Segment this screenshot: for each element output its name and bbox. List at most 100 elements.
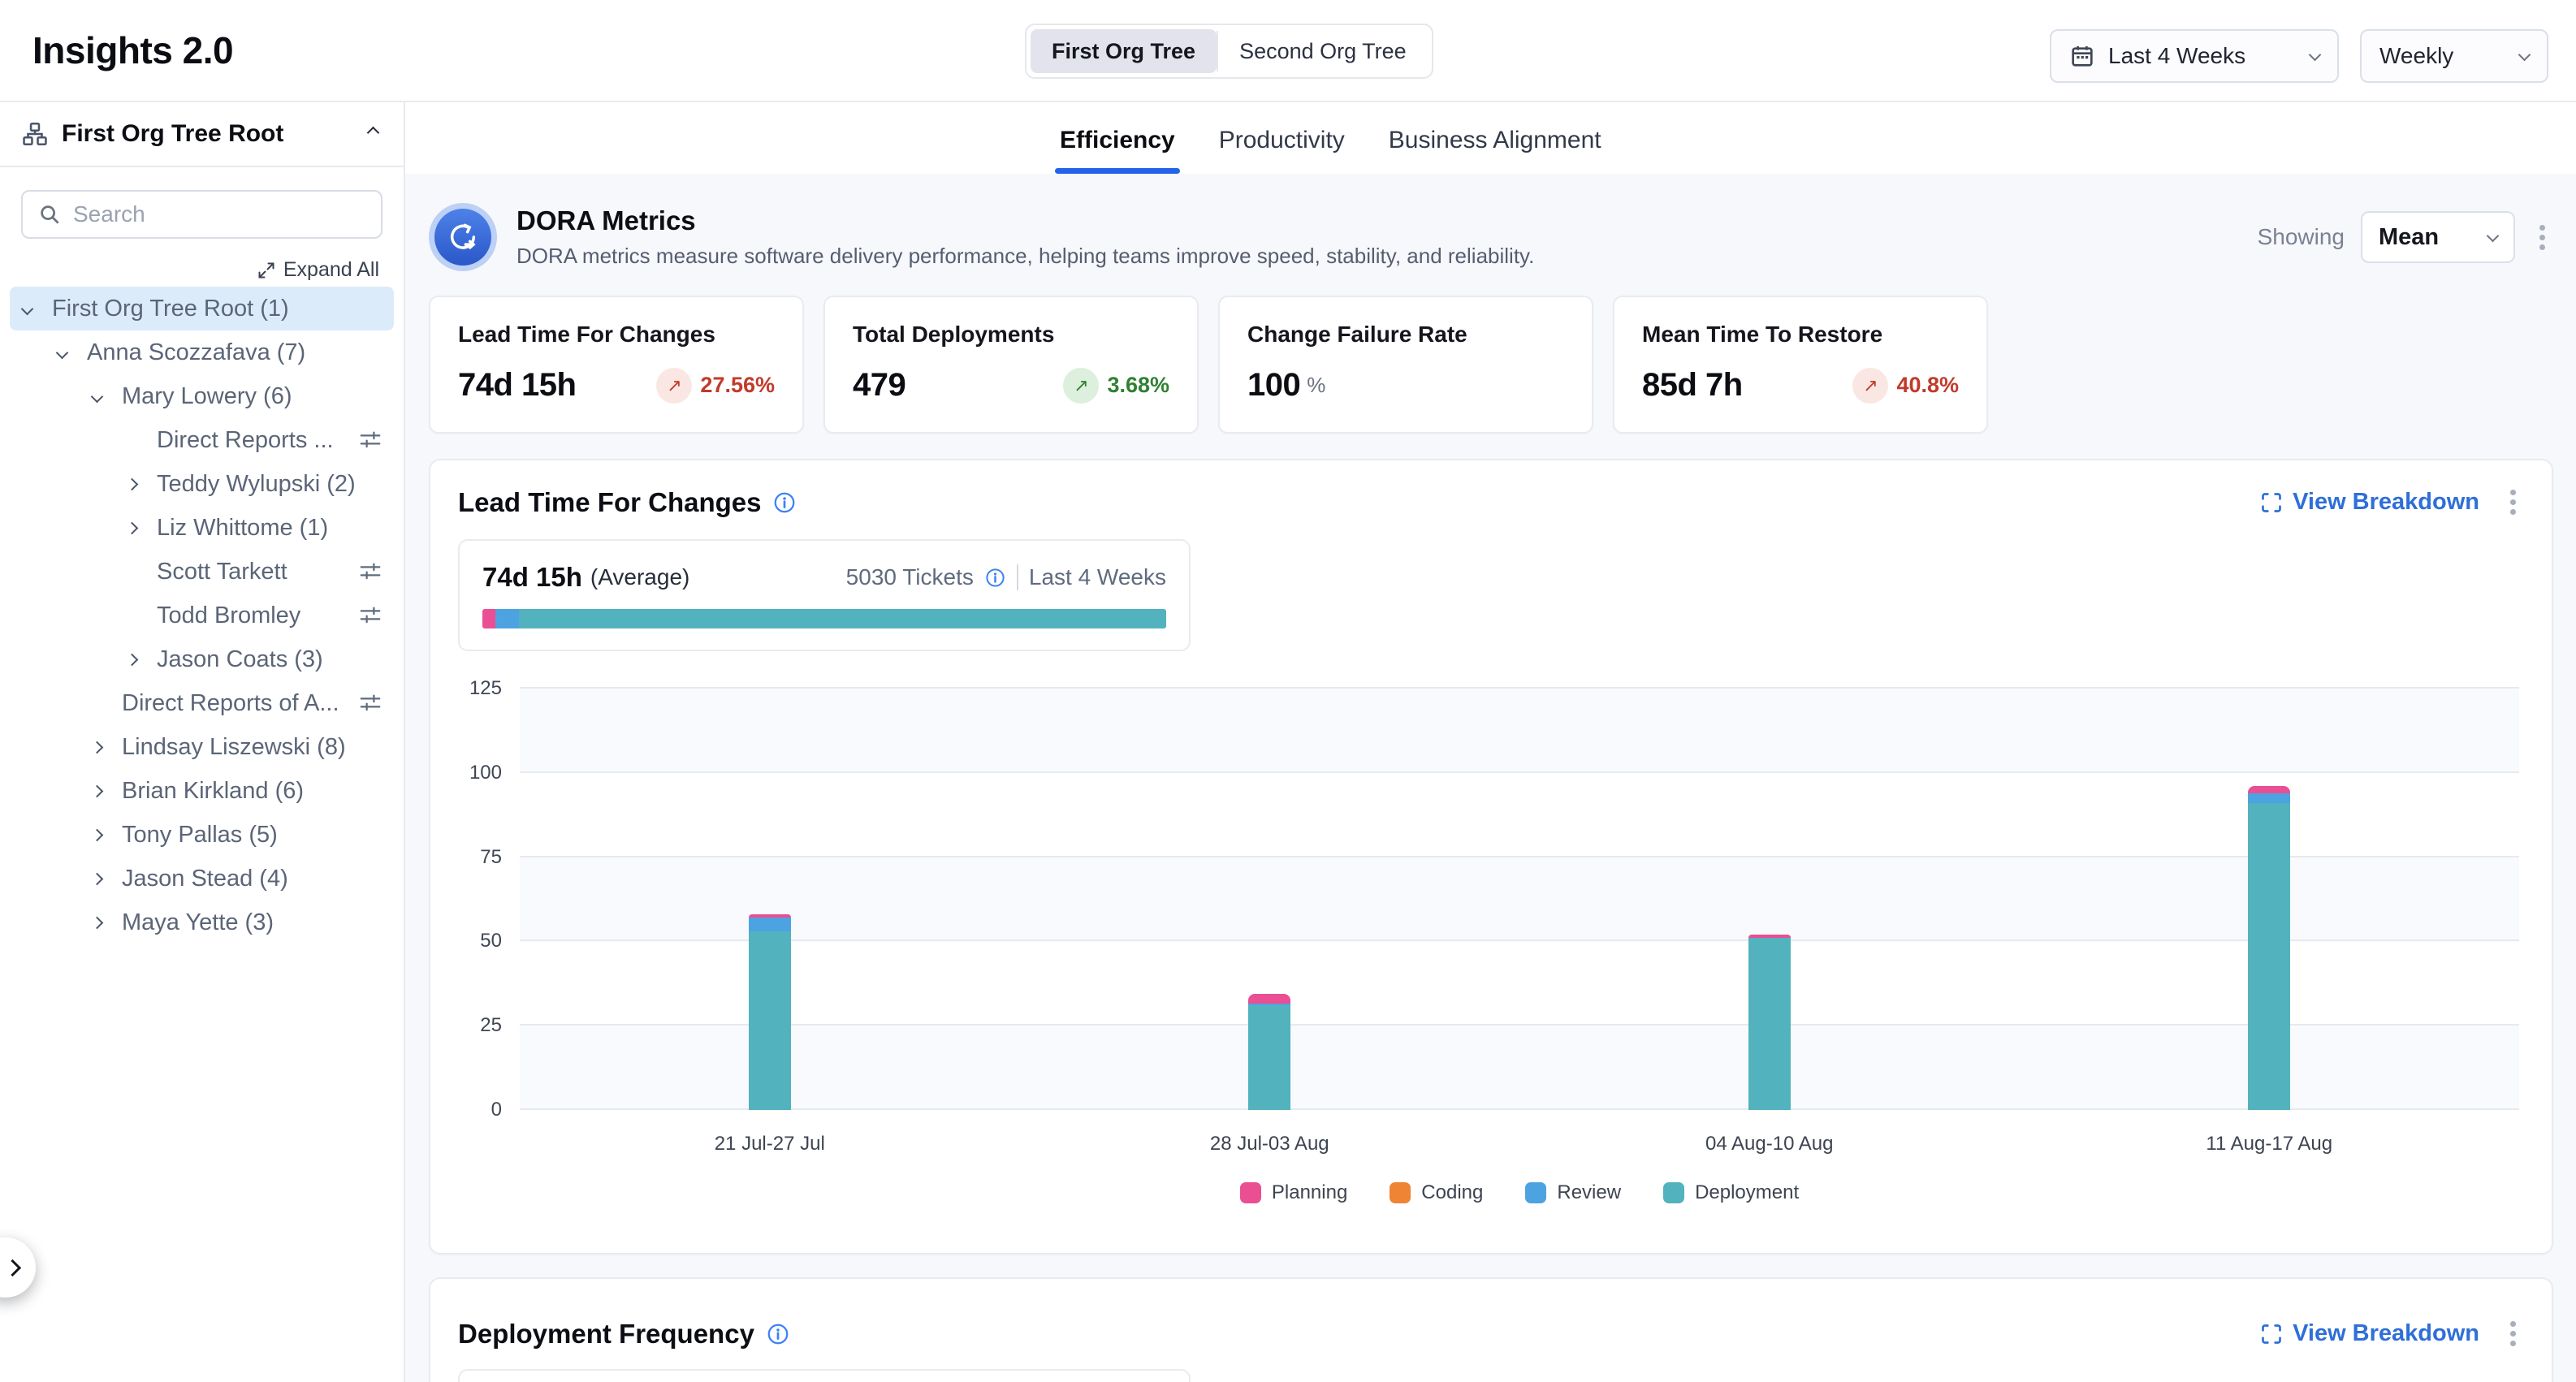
- legend-swatch: [1525, 1182, 1546, 1203]
- chevron-down-icon[interactable]: [23, 304, 52, 313]
- chevron-right-icon[interactable]: [128, 524, 157, 533]
- tree-item[interactable]: Mary Lowery (6): [10, 374, 394, 418]
- trend-arrow-icon: ↗: [656, 368, 692, 404]
- tab-efficiency[interactable]: Efficiency: [1057, 106, 1178, 174]
- granularity-dropdown[interactable]: Weekly: [2360, 29, 2548, 83]
- tree-item[interactable]: Liz Whittome (1): [10, 506, 394, 550]
- y-axis-tick-label: 125: [445, 677, 502, 700]
- phase-segment-planning: [482, 609, 495, 628]
- chevron-right-icon[interactable]: [128, 655, 157, 664]
- tree-item[interactable]: Maya Yette (3): [10, 900, 394, 944]
- insights-app: Insights 2.0 First Org Tree Second Org T…: [0, 0, 2576, 1382]
- tree-item[interactable]: Tony Pallas (5): [10, 813, 394, 857]
- bar-segment-deployment: [1248, 1005, 1290, 1110]
- lead-time-header: Lead Time For Changes: [458, 460, 2524, 521]
- org-tab-second[interactable]: Second Org Tree: [1218, 29, 1428, 73]
- tree-item[interactable]: Lindsay Liszewski (8): [10, 725, 394, 769]
- legend-label: Deployment: [1695, 1181, 1799, 1204]
- tree-item[interactable]: Jason Coats (3): [10, 637, 394, 681]
- tree-item[interactable]: Todd Bromley: [10, 594, 394, 637]
- deployment-frequency-menu-button[interactable]: [2502, 1315, 2524, 1353]
- filter-icon[interactable]: [358, 691, 383, 715]
- metric-title: Mean Time To Restore: [1642, 322, 1959, 348]
- view-breakdown-link[interactable]: View Breakdown: [2260, 489, 2479, 516]
- sidebar-collapse-button[interactable]: [364, 122, 383, 146]
- tree-item-label: Tony Pallas (5): [122, 822, 383, 849]
- dora-controls: Showing Mean: [2258, 211, 2553, 263]
- legend-item-deployment: Deployment: [1663, 1181, 1799, 1204]
- stacked-bar[interactable]: [749, 914, 791, 1110]
- chevron-right-icon[interactable]: [93, 743, 122, 752]
- filter-icon[interactable]: [358, 559, 383, 584]
- phase-distribution-bar: [482, 609, 1166, 628]
- bar-segment-deployment: [1748, 938, 1791, 1110]
- info-icon[interactable]: [772, 490, 797, 515]
- search-icon: [37, 202, 62, 227]
- chevron-down-icon[interactable]: [58, 348, 87, 357]
- date-range-dropdown[interactable]: Last 4 Weeks: [2050, 29, 2339, 83]
- tree-item[interactable]: Scott Tarkett: [10, 550, 394, 594]
- search-input[interactable]: [73, 201, 366, 227]
- tree-item[interactable]: Anna Scozzafava (7): [10, 330, 394, 374]
- chevron-right-icon[interactable]: [93, 831, 122, 840]
- stacked-bar[interactable]: [2248, 786, 2290, 1110]
- phase-segment-deployment: [519, 609, 1166, 628]
- legend-item-coding: Coding: [1390, 1181, 1483, 1204]
- x-axis-tick-label: 21 Jul-27 Jul: [715, 1133, 825, 1155]
- tab-business-alignment[interactable]: Business Alignment: [1385, 106, 1605, 174]
- info-icon[interactable]: [984, 567, 1006, 589]
- tree-item[interactable]: First Org Tree Root (1): [10, 287, 394, 330]
- y-axis-tick-label: 0: [445, 1099, 502, 1121]
- expand-view-icon: [2260, 491, 2283, 514]
- tree-item[interactable]: Brian Kirkland (6): [10, 769, 394, 813]
- metric-value: 479: [853, 367, 905, 404]
- tree-item[interactable]: Jason Stead (4): [10, 857, 394, 900]
- filter-icon[interactable]: [358, 428, 383, 452]
- bar-segment-review: [2248, 793, 2290, 803]
- tree-item[interactable]: Direct Reports ...: [10, 418, 394, 462]
- expand-all-row: Expand All: [24, 258, 379, 282]
- chevron-right-icon[interactable]: [128, 480, 157, 489]
- metric-card: Lead Time For Changes74d 15h↗27.56%: [429, 296, 804, 434]
- aggregation-dropdown[interactable]: Mean: [2361, 211, 2515, 263]
- org-tab-first[interactable]: First Org Tree: [1031, 29, 1217, 73]
- expand-all-link[interactable]: Expand All: [257, 258, 379, 282]
- chevron-right-icon[interactable]: [93, 918, 122, 927]
- bar-segment-deployment: [749, 931, 791, 1110]
- metric-value: 85d 7h: [1642, 367, 1743, 404]
- bar-segment-review: [749, 918, 791, 931]
- sidebar-search: [21, 190, 383, 239]
- deployment-frequency-summary-card: [458, 1369, 1191, 1382]
- stacked-bar[interactable]: [1748, 935, 1791, 1110]
- tree-item-label: Teddy Wylupski (2): [157, 471, 383, 498]
- tab-productivity[interactable]: Productivity: [1216, 106, 1348, 174]
- tickets-count: 5030 Tickets: [846, 564, 974, 590]
- tree-item[interactable]: Teddy Wylupski (2): [10, 462, 394, 506]
- tree-item-label: Scott Tarkett: [157, 559, 352, 585]
- info-icon[interactable]: [766, 1322, 790, 1346]
- legend-label: Review: [1557, 1181, 1621, 1204]
- expand-all-label: Expand All: [283, 258, 379, 282]
- lead-time-menu-button[interactable]: [2502, 483, 2524, 521]
- org-tree: First Org Tree Root (1) Anna Scozzafava (…: [10, 287, 394, 944]
- metric-delta: 27.56%: [700, 373, 775, 398]
- stacked-bar[interactable]: [1248, 994, 1290, 1110]
- tree-item-label: Todd Bromley: [157, 602, 352, 629]
- org-chart-icon: [21, 120, 49, 148]
- chevron-down-icon[interactable]: [93, 392, 122, 401]
- chevron-right-icon[interactable]: [93, 875, 122, 883]
- tree-item[interactable]: Direct Reports of A...: [10, 681, 394, 725]
- y-axis-tick-label: 25: [445, 1014, 502, 1037]
- legend-label: Coding: [1421, 1181, 1483, 1204]
- bar-segment-planning: [1248, 994, 1290, 1004]
- tabs: Efficiency Productivity Business Alignme…: [1057, 106, 1605, 174]
- chevron-right-icon[interactable]: [93, 787, 122, 796]
- aggregation-value: Mean: [2379, 224, 2488, 251]
- view-breakdown-link[interactable]: View Breakdown: [2260, 1320, 2479, 1347]
- y-axis-tick-label: 100: [445, 762, 502, 784]
- dora-menu-button[interactable]: [2531, 218, 2553, 257]
- metric-delta: 3.68%: [1107, 373, 1169, 398]
- filter-icon[interactable]: [358, 603, 383, 628]
- sidebar-title: First Org Tree Root: [62, 120, 351, 148]
- tree-item-label: First Org Tree Root (1): [52, 296, 383, 322]
